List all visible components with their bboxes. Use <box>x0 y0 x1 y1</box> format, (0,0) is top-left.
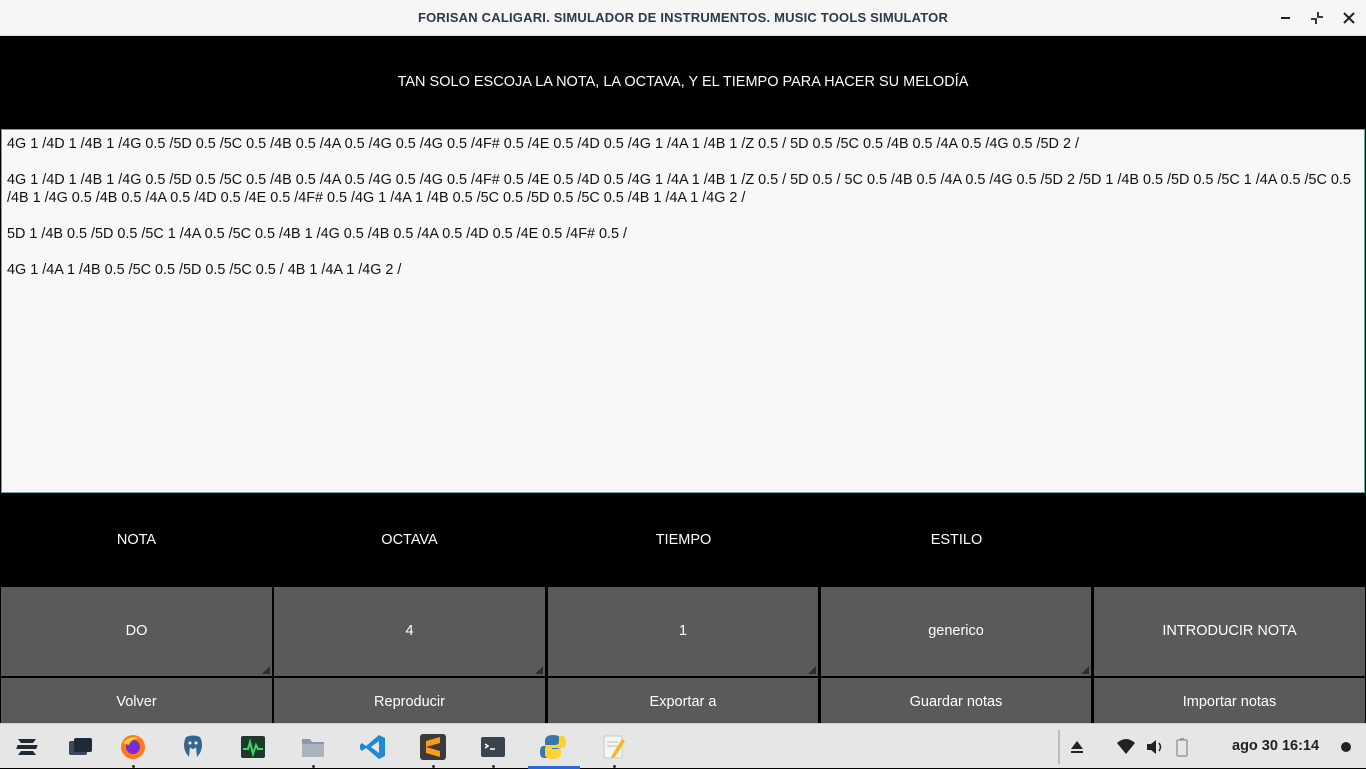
window-title: FORISAN CALIGARI. SIMULADOR DE INSTRUMEN… <box>417 10 949 25</box>
introducir-nota-label: INTRODUCIR NOTA <box>1162 623 1297 639</box>
clock[interactable]: ago 30 16:14 <box>1232 724 1319 769</box>
taskbar-separator <box>1058 730 1060 764</box>
estilo-label: ESTILO <box>930 532 983 548</box>
nota-value: DO <box>125 623 148 639</box>
dropdown-corner-icon <box>535 666 543 674</box>
restore-icon <box>1311 12 1323 24</box>
workspaces-icon[interactable] <box>66 733 94 761</box>
notes-line: 4G 1 /4D 1 /4B 1 /4G 0.5 /5D 0.5 /5C 0.5… <box>7 136 1079 152</box>
taskbar: ago 30 16:14 <box>0 723 1366 769</box>
notes-line: 5D 1 /4B 0.5 /5D 0.5 /5C 1 /4A 0.5 /5C 0… <box>7 226 627 242</box>
minimize-icon <box>1280 17 1290 19</box>
guardar-notas-button[interactable]: Guardar notas <box>821 678 1091 723</box>
nota-label: NOTA <box>116 532 157 548</box>
notes-text-area[interactable]: 4G 1 /4D 1 /4B 1 /4G 0.5 /5D 0.5 /5C 0.5… <box>1 129 1365 493</box>
minimize-button[interactable] <box>1275 8 1295 28</box>
firefox-icon[interactable] <box>119 733 147 761</box>
dropdown-corner-icon <box>1081 666 1089 674</box>
terminal-icon[interactable] <box>479 733 507 761</box>
sublime-text-icon[interactable] <box>419 733 447 761</box>
python-icon[interactable] <box>539 733 567 761</box>
estilo-spinner[interactable]: generico <box>821 587 1091 676</box>
nota-spinner[interactable]: DO <box>1 587 272 676</box>
vscode-icon[interactable] <box>359 733 387 761</box>
instruction-text: TAN SOLO ESCOJA LA NOTA, LA OCTAVA, Y EL… <box>0 36 1366 128</box>
postgres-icon[interactable] <box>179 733 207 761</box>
notes-line: 4G 1 /4A 1 /4B 0.5 /5C 0.5 /5D 0.5 /5C 0… <box>7 262 402 278</box>
importar-notas-button[interactable]: Importar notas <box>1094 678 1365 723</box>
tiempo-value: 1 <box>678 623 688 639</box>
octava-spinner[interactable]: 4 <box>274 587 545 676</box>
zorin-menu-icon[interactable] <box>13 733 41 761</box>
wifi-icon[interactable] <box>1116 737 1136 757</box>
close-button[interactable] <box>1339 8 1359 28</box>
tiempo-spinner[interactable]: 1 <box>548 587 818 676</box>
introducir-nota-button[interactable]: INTRODUCIR NOTA <box>1094 587 1365 676</box>
restore-button[interactable] <box>1307 8 1327 28</box>
estilo-value: generico <box>928 623 984 639</box>
exportar-button[interactable]: Exportar a <box>548 678 818 723</box>
tiempo-label: TIEMPO <box>655 532 712 548</box>
files-icon[interactable] <box>299 733 327 761</box>
reproducir-button[interactable]: Reproducir <box>274 678 545 723</box>
window-titlebar: FORISAN CALIGARI. SIMULADOR DE INSTRUMEN… <box>0 0 1366 36</box>
notes-line: 4G 1 /4D 1 /4B 1 /4G 0.5 /5D 0.5 /5C 0.5… <box>7 172 1351 206</box>
octava-value: 4 <box>405 623 414 639</box>
close-icon <box>1343 12 1355 24</box>
system-monitor-icon[interactable] <box>239 733 267 761</box>
volver-button[interactable]: Volver <box>1 678 272 723</box>
notification-dot-icon[interactable] <box>1340 741 1352 753</box>
text-editor-icon[interactable] <box>600 733 628 761</box>
battery-icon[interactable] <box>1175 737 1189 757</box>
volume-icon[interactable] <box>1145 737 1165 757</box>
labels-row: NOTA OCTAVA TIEMPO ESTILO <box>0 494 1366 586</box>
eject-icon[interactable] <box>1068 738 1086 756</box>
dropdown-corner-icon <box>262 666 270 674</box>
octava-label: OCTAVA <box>381 532 438 548</box>
dropdown-corner-icon <box>808 666 816 674</box>
